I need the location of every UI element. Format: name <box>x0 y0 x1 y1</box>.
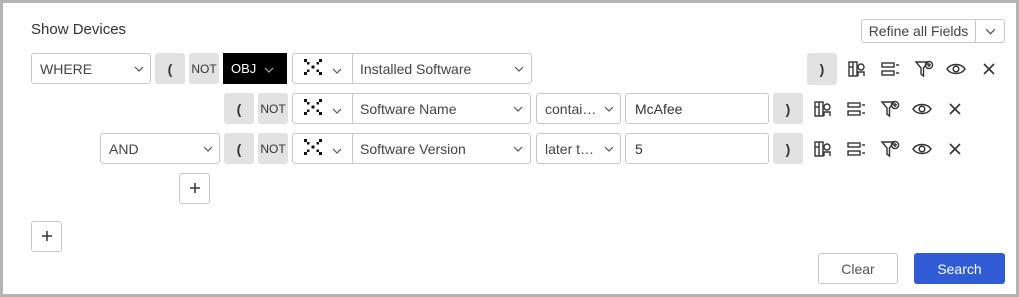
chevron-down-icon <box>506 106 530 112</box>
chevron-down-icon <box>197 146 219 152</box>
not-toggle[interactable]: NOT <box>258 93 288 124</box>
adapter-select[interactable] <box>293 134 353 163</box>
chevron-down-icon <box>507 66 531 72</box>
duplicate-row-icon[interactable] <box>879 58 901 80</box>
refine-label: Refine all Fields <box>862 20 976 42</box>
obj-label: OBJ <box>231 61 257 76</box>
chevron-down-icon <box>598 146 620 152</box>
field-name: Software Name <box>360 100 457 117</box>
refine-all-fields-button[interactable]: Refine all Fields <box>861 19 1005 43</box>
page-title: Show Devices <box>31 21 127 38</box>
add-filter-icon[interactable] <box>879 98 901 120</box>
chevron-down-icon <box>128 66 150 72</box>
close-paren-button[interactable]: ) <box>773 133 803 164</box>
not-toggle[interactable]: NOT <box>189 53 219 84</box>
close-icon[interactable] <box>944 98 966 120</box>
chevron-down-icon <box>598 106 620 112</box>
chevron-down-icon <box>264 61 274 76</box>
field-select-software-name[interactable]: Software Name <box>292 93 531 124</box>
query-panel: Show Devices Refine all Fields WHERE ( N… <box>0 0 1019 297</box>
logic-select-value: AND <box>109 140 139 157</box>
eye-icon[interactable] <box>911 98 933 120</box>
value-input[interactable]: McAfee <box>625 93 769 124</box>
duplicate-row-icon[interactable] <box>845 98 867 120</box>
field-name: Installed Software <box>360 60 472 77</box>
eye-icon[interactable] <box>911 138 933 160</box>
field-filter-icon[interactable] <box>812 138 834 160</box>
operator-select[interactable]: later t… <box>536 133 621 164</box>
chevron-down-icon[interactable] <box>976 20 1004 42</box>
chevron-down-icon <box>332 101 342 117</box>
adapter-x-icon <box>303 138 323 159</box>
chevron-down-icon <box>332 61 342 77</box>
close-paren-button[interactable]: ) <box>807 53 837 85</box>
chevron-down-icon <box>506 146 530 152</box>
not-toggle[interactable]: NOT <box>258 133 288 164</box>
plus-icon <box>41 229 53 245</box>
operator-value: later t… <box>545 140 595 157</box>
add-filter-icon[interactable] <box>913 58 935 80</box>
clear-button[interactable]: Clear <box>818 253 898 284</box>
field-select-software-version[interactable]: Software Version <box>292 133 531 164</box>
open-paren-button[interactable]: ( <box>224 133 254 164</box>
adapter-x-icon <box>303 58 323 79</box>
value-input[interactable]: 5 <box>625 133 769 164</box>
field-filter-icon[interactable] <box>846 58 868 80</box>
search-button[interactable]: Search <box>914 253 1005 284</box>
logic-select-value: WHERE <box>40 60 93 77</box>
plus-icon <box>189 181 201 197</box>
logic-select-where[interactable]: WHERE <box>31 53 151 84</box>
adapter-select[interactable] <box>293 94 353 123</box>
close-icon[interactable] <box>944 138 966 160</box>
add-condition-button[interactable] <box>31 221 62 252</box>
field-filter-icon[interactable] <box>812 98 834 120</box>
open-paren-button[interactable]: ( <box>224 93 254 124</box>
adapter-select[interactable] <box>293 54 353 83</box>
add-nested-condition-button[interactable] <box>179 173 210 204</box>
chevron-down-icon <box>332 141 342 157</box>
logic-select-and[interactable]: AND <box>100 133 220 164</box>
open-paren-button[interactable]: ( <box>155 53 185 84</box>
close-paren-button[interactable]: ) <box>773 93 803 124</box>
operator-select[interactable]: contai… <box>536 93 621 124</box>
close-icon[interactable] <box>978 58 1000 80</box>
field-name: Software Version <box>360 140 466 157</box>
add-filter-icon[interactable] <box>879 138 901 160</box>
obj-select[interactable]: OBJ <box>223 53 287 84</box>
eye-icon[interactable] <box>945 58 967 80</box>
duplicate-row-icon[interactable] <box>845 138 867 160</box>
operator-value: contai… <box>545 100 597 117</box>
adapter-x-icon <box>303 98 323 119</box>
field-select-installed-software[interactable]: Installed Software <box>292 53 532 84</box>
